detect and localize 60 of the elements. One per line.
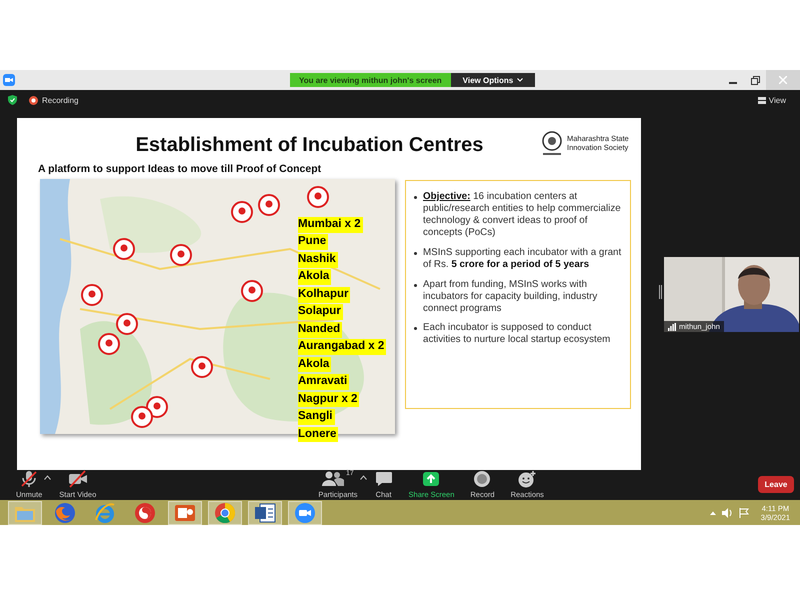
bullet-icon — [414, 327, 417, 330]
swirl-icon — [134, 502, 156, 524]
bullet-text: Objective: 16 incubation centers at public/research entities to help commercialize technology & convert ideas to proof of concepts (PoCs) — [423, 191, 622, 239]
bullet-text: Each incubator is supposed to conduct activities to nurture local startup ecosystem — [423, 322, 612, 346]
slide-subtitle: A platform to support Ideas to move till Proof of Concept — [38, 163, 322, 175]
city-label: Nashik — [298, 252, 338, 268]
taskbar-button[interactable] — [208, 500, 242, 524]
wheel-icon — [214, 502, 236, 524]
smiley-icon — [517, 470, 538, 488]
restore-icon — [750, 76, 760, 84]
camera-icon — [294, 502, 316, 524]
people-icon — [322, 471, 344, 487]
slides-icon — [174, 502, 196, 522]
document-icon — [254, 502, 276, 522]
screen-share-banner: You are viewing mithun john's screen — [290, 73, 451, 87]
grid-icon — [758, 96, 766, 104]
taskbar-button[interactable] — [248, 500, 282, 524]
city-label: Solapur — [298, 304, 343, 320]
globe-icon — [54, 502, 76, 524]
bullet-text: Apart from funding, MSInS works with incubators for capacity building, industry connect programs — [423, 278, 598, 314]
record-dot-icon — [29, 96, 38, 104]
record-icon — [473, 470, 492, 488]
shield-icon — [8, 95, 17, 105]
muted-mic-icon — [20, 470, 38, 488]
city-label: Pune — [298, 234, 328, 250]
city-label: Amravati — [298, 374, 350, 390]
caret-icon[interactable] — [360, 475, 367, 480]
video-off-icon — [68, 470, 88, 488]
city-label: Mumbai x 2 — [298, 217, 363, 233]
signal-icon — [668, 322, 676, 330]
chat-icon — [374, 471, 393, 487]
taskbar-button[interactable] — [288, 500, 322, 524]
view-options-button[interactable]: View Options — [450, 73, 536, 87]
slide-title: Establishment of Incubation Centres — [134, 133, 484, 157]
view-button[interactable]: View — [752, 94, 792, 106]
taskbar-button[interactable] — [168, 500, 202, 524]
share-screen-icon — [422, 471, 440, 487]
city-label: Akola — [298, 269, 332, 286]
city-label: Aurangabad x 2 — [298, 339, 386, 355]
city-label: Nagpur x 2 — [298, 392, 360, 408]
leave-button[interactable]: Leave — [758, 476, 794, 492]
caret-icon[interactable] — [44, 475, 52, 480]
speaker-icon[interactable] — [722, 508, 733, 518]
city-label: Sangli — [298, 409, 335, 425]
recording-label: Recording — [42, 96, 78, 104]
city-label: Lonere — [298, 426, 338, 442]
bullet-icon — [414, 252, 417, 255]
city-label: Nanded — [298, 322, 342, 338]
emblem-icon — [541, 130, 563, 156]
bullet-icon — [414, 196, 417, 199]
city-label: Kolhapur — [298, 286, 350, 303]
camera-icon — [3, 74, 15, 86]
close-icon — [779, 76, 787, 84]
ring-icon — [94, 502, 116, 524]
bullet-icon — [414, 284, 417, 287]
caret-icon — [517, 78, 524, 82]
drag-handle-icon[interactable] — [659, 285, 662, 299]
city-label: Akola — [298, 356, 332, 372]
flag-icon[interactable] — [738, 508, 749, 518]
bullet-text: MSInS supporting each incubator with a grant of Rs. 5 crore for a period of 5 years — [423, 246, 622, 271]
